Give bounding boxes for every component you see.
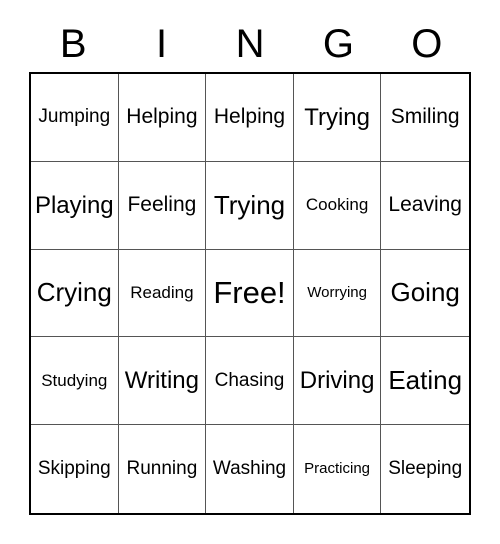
bingo-cell-label: Helping	[213, 105, 286, 129]
bingo-cell-label: Driving	[299, 367, 375, 395]
bingo-cell[interactable]: Reading	[118, 249, 207, 338]
bingo-cell[interactable]: Studying	[31, 337, 119, 426]
bingo-cell-label: Crying	[36, 277, 112, 308]
bingo-cell[interactable]: Cooking	[293, 161, 382, 250]
bingo-header-letter-n: N	[235, 22, 265, 66]
bingo-cell-label: Jumping	[38, 106, 111, 128]
bingo-cell[interactable]: Washing	[206, 425, 294, 513]
bingo-cell-label: Eating	[388, 365, 463, 396]
bingo-cell[interactable]: Eating	[381, 337, 469, 426]
bingo-cell-label: Writing	[124, 367, 200, 395]
bingo-cell-label: Smiling	[390, 105, 460, 129]
bingo-cell[interactable]: Jumping	[31, 74, 119, 162]
bingo-cell[interactable]: Writing	[118, 337, 207, 426]
bingo-cell[interactable]: Going	[381, 249, 469, 338]
bingo-cell[interactable]: Smiling	[381, 74, 469, 162]
bingo-cell-label: Worrying	[307, 284, 367, 302]
bingo-cell[interactable]: Playing	[31, 161, 119, 250]
bingo-cell[interactable]: Free!	[206, 249, 294, 338]
bingo-cell-label: Free!	[213, 274, 286, 310]
bingo-cell-label: Sleeping	[388, 458, 463, 480]
bingo-cell-label: Going	[390, 277, 460, 308]
bingo-cell[interactable]: Skipping	[31, 425, 119, 513]
bingo-cell[interactable]: Leaving	[381, 161, 469, 250]
bingo-cell[interactable]: Helping	[206, 74, 294, 162]
bingo-grid: Jumping Helping Helping Trying Smiling Playin…	[29, 72, 471, 515]
bingo-cell[interactable]: Helping	[118, 74, 207, 162]
bingo-cell-label: Running	[126, 458, 198, 480]
bingo-header-letter-b: B	[59, 22, 87, 66]
bingo-cell-label: Trying	[213, 189, 286, 220]
bingo-cell-label: Skipping	[37, 458, 111, 480]
bingo-cell[interactable]: Practicing	[293, 425, 382, 513]
bingo-cell-label: Feeling	[127, 193, 197, 217]
bingo-cell-label: Studying	[41, 370, 108, 390]
bingo-cell[interactable]: Running	[118, 425, 207, 513]
bingo-cell[interactable]: Trying	[293, 74, 382, 162]
bingo-cell[interactable]: Worrying	[293, 249, 382, 338]
bingo-cell-label: Chasing	[214, 369, 285, 391]
bingo-header-letter-i: I	[156, 22, 168, 66]
bingo-cell[interactable]: Crying	[31, 249, 119, 338]
bingo-cell-label: Leaving	[388, 193, 462, 217]
bingo-cell[interactable]: Sleeping	[381, 425, 469, 513]
bingo-cell-label: Helping	[126, 105, 198, 129]
bingo-header-letter-o: O	[411, 22, 443, 66]
bingo-cell[interactable]: Trying	[206, 161, 294, 250]
bingo-cell-label: Playing	[34, 191, 114, 219]
bingo-header-letter-g: G	[322, 22, 354, 66]
bingo-cell-label: Trying	[304, 103, 370, 131]
bingo-cell[interactable]: Driving	[293, 337, 382, 426]
bingo-header-row: B I N G O	[29, 18, 471, 70]
bingo-cell[interactable]: Feeling	[118, 161, 207, 250]
bingo-cell-label: Reading	[130, 283, 194, 303]
bingo-cell[interactable]: Chasing	[206, 337, 294, 426]
bingo-cell-label: Practicing	[304, 460, 371, 478]
bingo-cell-label: Cooking	[305, 195, 369, 215]
bingo-cell-label: Washing	[212, 458, 287, 480]
bingo-card: B I N G O Jumping Helping Helping Trying Smi…	[0, 0, 500, 544]
